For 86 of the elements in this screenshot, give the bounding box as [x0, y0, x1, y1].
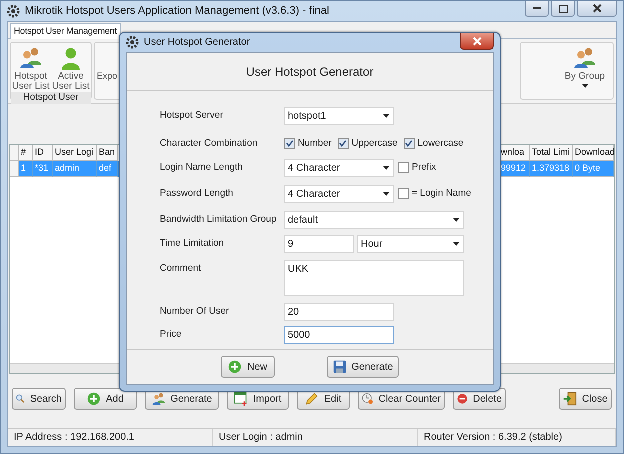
option-checkbox[interactable]: Prefix [398, 159, 436, 173]
table-cell: *31 [33, 161, 53, 177]
gear-icon [126, 36, 139, 49]
floppy-icon [332, 360, 347, 374]
gear-icon [7, 4, 20, 18]
column-header[interactable]: Ban [97, 145, 118, 161]
caret-icon [383, 114, 390, 118]
field-label: Login Name Length [160, 161, 244, 173]
status-text: IP Address : 192.168.200.1 [8, 429, 213, 446]
server-dropdown[interactable]: hotspot1 [284, 107, 394, 125]
checkbox[interactable] [404, 138, 415, 149]
column-header[interactable]: wnloa [499, 145, 530, 161]
maximize-icon [558, 4, 568, 12]
field-label: Hotspot Server [160, 109, 224, 121]
window-title: Mikrotik Hotspot Users Application Management (v3.6.3) - final [25, 5, 330, 17]
close-icon [472, 36, 482, 46]
field-label: Comment [160, 262, 202, 274]
checkbox[interactable] [398, 188, 409, 199]
field-label: Time Limitation [160, 237, 226, 249]
plus-icon [228, 360, 242, 374]
plus-icon [87, 392, 102, 406]
column-header[interactable]: # [19, 145, 33, 161]
users-icon [19, 46, 43, 70]
length-dropdown[interactable]: 4 Character [284, 159, 394, 177]
action-button[interactable]: Add [74, 388, 137, 410]
column-header[interactable]: Total Limi [530, 145, 573, 161]
text-input[interactable]: 5000 [284, 326, 394, 344]
table-cell: 1 [19, 161, 33, 177]
column-header[interactable]: User Logi [53, 145, 97, 161]
group-dropdown[interactable]: default [284, 211, 464, 229]
field-label: Bandwidth Limitation Group [160, 213, 278, 225]
length-dropdown[interactable]: 4 Character [284, 185, 394, 203]
group-label: Hotspot User [11, 92, 91, 104]
dialog-button[interactable]: Generate [327, 356, 399, 378]
option-checkbox[interactable]: Number [284, 135, 332, 149]
spreadsheet-icon [234, 392, 248, 406]
time-input[interactable]: 9 [284, 235, 354, 253]
dialog-button[interactable]: New [221, 356, 275, 378]
search-icon [16, 392, 26, 406]
field-label: Password Length [160, 187, 234, 199]
dialog-title: User Hotspot Generator [144, 37, 252, 48]
field-label: Price [160, 328, 183, 340]
maximize-button[interactable] [551, 1, 575, 17]
option-checkbox[interactable]: Lowercase [404, 135, 464, 149]
field-label: Number Of User [160, 305, 230, 317]
close-button[interactable] [577, 1, 617, 17]
close-button[interactable] [460, 33, 494, 50]
tab[interactable]: Hotspot User Management [10, 23, 121, 39]
action-button[interactable]: Close [559, 388, 612, 410]
caret-icon [453, 242, 460, 246]
caret-icon [453, 218, 460, 222]
column-header[interactable]: Download [573, 145, 614, 161]
comment-field[interactable]: UKK [284, 260, 464, 296]
users-icon [152, 392, 166, 406]
option-checkbox[interactable]: = Login Name [398, 185, 472, 199]
table-cell: 0 Byte [573, 161, 614, 177]
table-cell: 1.379318 [530, 161, 573, 177]
dialog-heading: User Hotspot Generator [127, 53, 493, 91]
minimize-icon [533, 7, 541, 10]
close-icon [592, 4, 602, 13]
users-icon [573, 46, 597, 70]
table-cell: admin [53, 161, 97, 177]
text-input[interactable]: 20 [284, 303, 394, 321]
ribbon-button[interactable]: Hotspot User List [11, 43, 51, 92]
caret-icon [383, 192, 390, 196]
option-checkbox[interactable]: Uppercase [338, 135, 398, 149]
clock-icon [362, 392, 374, 406]
minimize-button[interactable] [525, 1, 549, 17]
checkbox[interactable] [338, 138, 349, 149]
table-cell: def [97, 161, 118, 177]
action-button[interactable]: Search [12, 388, 66, 410]
checkbox[interactable] [398, 162, 409, 173]
caret-icon [383, 166, 390, 170]
field-label: Character Combination [160, 137, 259, 149]
ribbon-button[interactable]: By Group [561, 43, 613, 88]
delete-icon [457, 392, 468, 406]
table-cell: 99912 [499, 161, 530, 177]
status-text: Router Version : 6.39.2 (stable) [418, 429, 616, 446]
exit-icon [563, 392, 578, 406]
status-text: User Login : admin [213, 429, 418, 446]
column-header[interactable]: ID [33, 145, 53, 161]
ribbon-button[interactable]: Active User List [51, 43, 91, 92]
caret-icon [582, 84, 588, 88]
checkbox[interactable] [284, 138, 295, 149]
unit-dropdown[interactable]: Hour [357, 235, 464, 253]
person-icon [59, 46, 83, 70]
